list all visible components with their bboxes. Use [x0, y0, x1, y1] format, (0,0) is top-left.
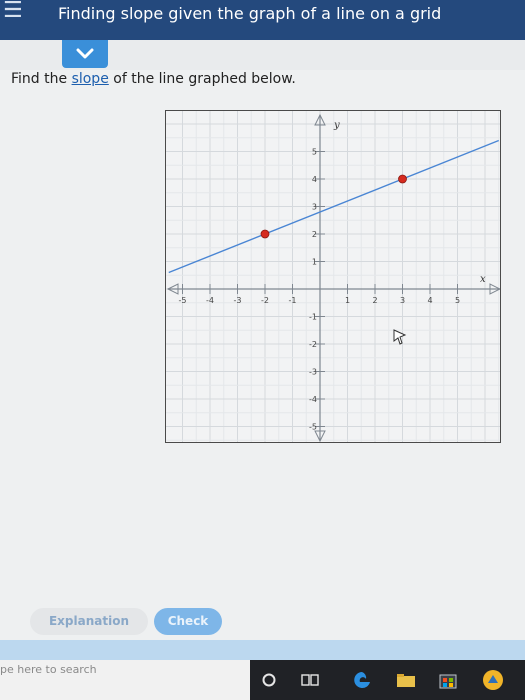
- x-tick-label: -3: [234, 296, 242, 305]
- taskbar-search-placeholder: pe here to search: [0, 663, 97, 676]
- collapse-button[interactable]: [62, 40, 108, 68]
- y-tick-label: -5: [309, 423, 317, 432]
- y-tick-label: 5: [312, 148, 317, 157]
- x-tick-label: 2: [372, 296, 377, 305]
- chevron-down-icon: [76, 48, 94, 59]
- footer-strip: [0, 640, 525, 660]
- prompt-suffix: of the line graphed below.: [108, 71, 296, 87]
- grid-lines: [166, 111, 500, 442]
- point-1: [260, 229, 270, 239]
- y-tick-label: 1: [312, 258, 317, 267]
- x-tick-label: 4: [427, 296, 432, 305]
- y-tick-label: -2: [309, 340, 317, 349]
- x-tick-label: -2: [261, 296, 269, 305]
- coordinate-grid[interactable]: x y -5 -4 -3 -2 -1 1 2 3 4 5 5 4 3 2 1 -1 -2 -3 -4 -5: [165, 110, 501, 443]
- y-tick-label: -3: [309, 368, 317, 377]
- question-prompt: Find the slope of the line graphed below…: [11, 70, 296, 88]
- x-tick-label: -5: [179, 296, 187, 305]
- y-tick-label: 3: [312, 203, 317, 212]
- app-icon[interactable]: [481, 668, 505, 692]
- y-tick-label: -4: [309, 395, 317, 404]
- prompt-prefix: Find the: [11, 71, 72, 87]
- store-icon[interactable]: [436, 668, 460, 692]
- mouse-cursor-icon: [393, 329, 407, 345]
- windows-taskbar: pe here to search: [0, 660, 525, 700]
- task-view-icon[interactable]: [298, 668, 322, 692]
- explanation-button[interactable]: Explanation: [30, 608, 148, 635]
- y-tick-label: 2: [312, 230, 317, 239]
- edge-browser-icon[interactable]: [350, 668, 374, 692]
- x-tick-label: -1: [289, 296, 297, 305]
- x-tick-label: 3: [400, 296, 405, 305]
- slope-link[interactable]: slope: [72, 71, 109, 87]
- x-tick-label: 5: [455, 296, 460, 305]
- point-2: [398, 174, 407, 184]
- x-axis-label: x: [480, 274, 486, 285]
- x-tick-label: -4: [206, 296, 214, 305]
- page-title: Finding slope given the graph of a line …: [58, 4, 442, 23]
- y-tick-label: 4: [312, 175, 317, 184]
- taskbar-search[interactable]: pe here to search: [0, 660, 250, 700]
- y-tick-label: -1: [309, 313, 317, 322]
- cortana-icon[interactable]: [257, 668, 281, 692]
- menu-icon[interactable]: ☰: [3, 0, 23, 22]
- x-tick-label: 1: [345, 296, 350, 305]
- file-explorer-icon[interactable]: [394, 668, 418, 692]
- graph-svg[interactable]: x y -5 -4 -3 -2 -1 1 2 3 4 5 5 4 3 2 1 -1 -2 -3 -4 -5: [166, 111, 501, 443]
- top-bar: ☰ Finding slope given the graph of a lin…: [0, 0, 525, 40]
- y-axis-label: y: [333, 120, 340, 131]
- check-button[interactable]: Check: [154, 608, 222, 635]
